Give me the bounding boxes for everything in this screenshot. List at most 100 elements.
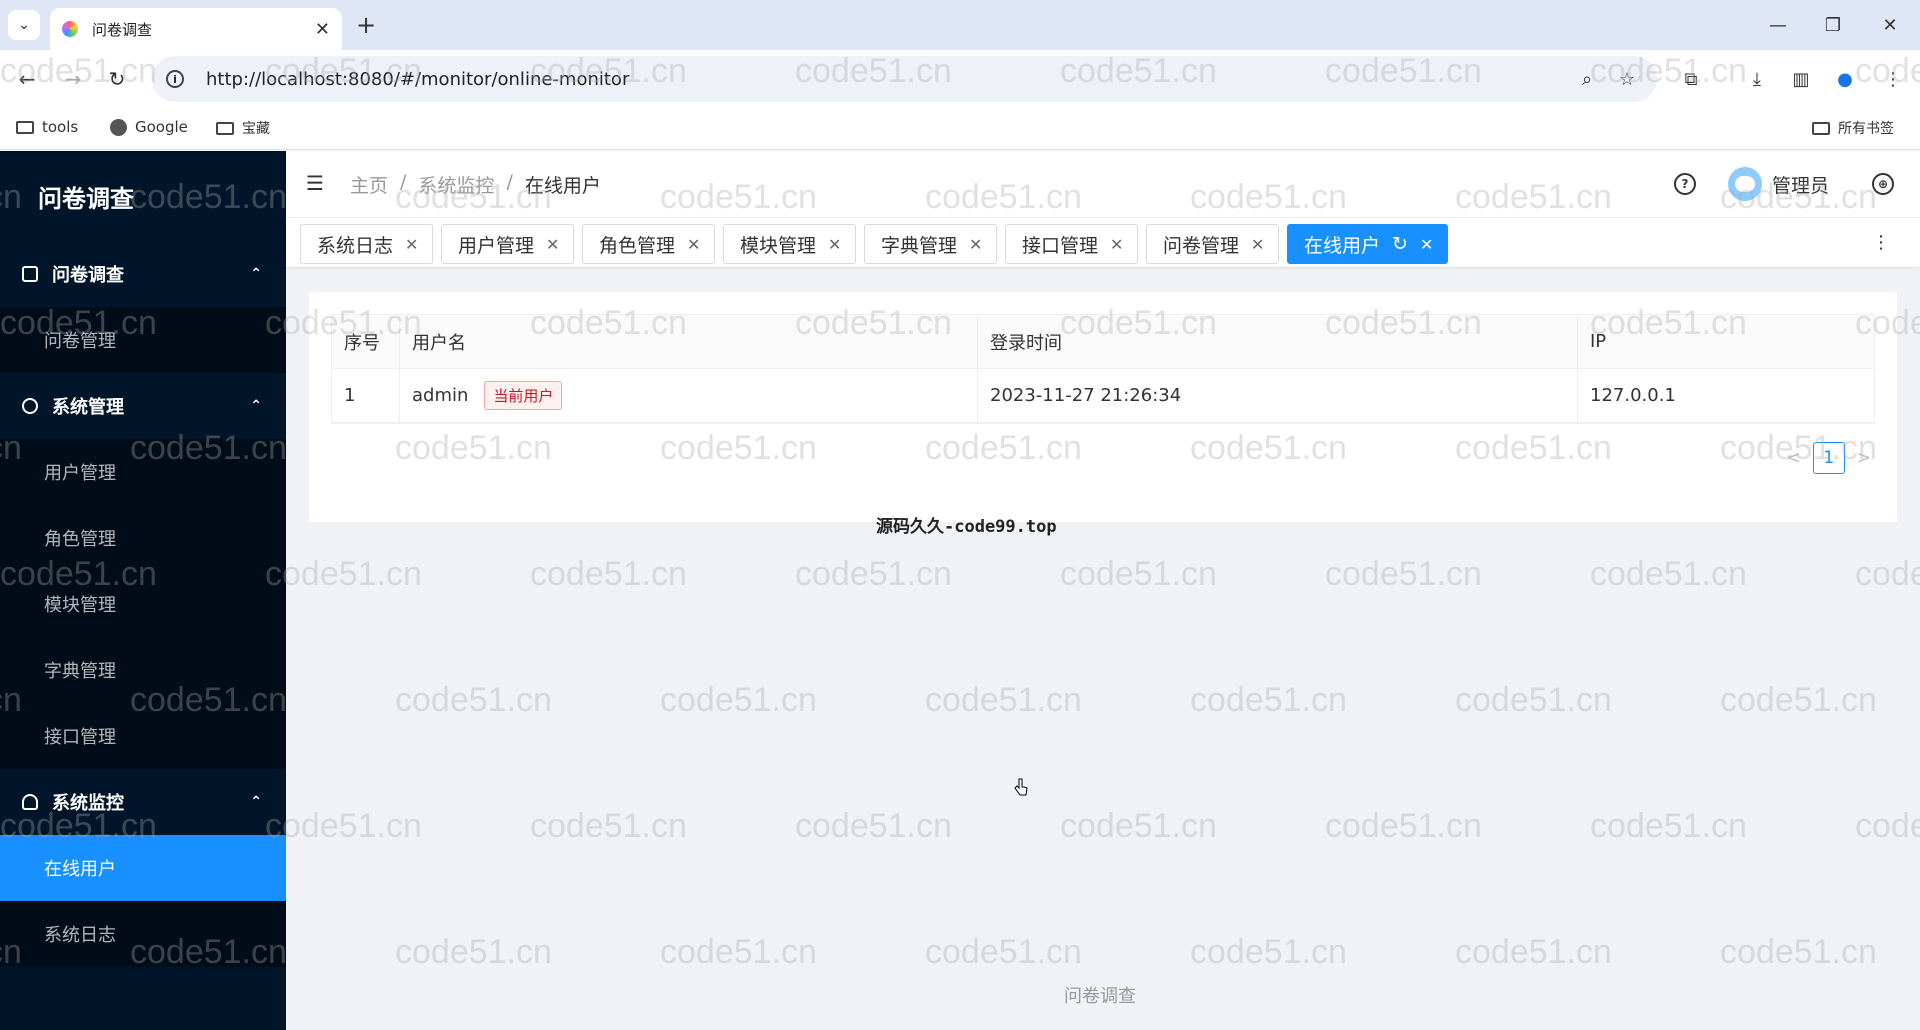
folder-icon: [1812, 121, 1830, 135]
sub-menu-survey: 问卷管理: [0, 307, 286, 373]
watermark-text: code51.cn: [395, 933, 552, 971]
breadcrumb-separator: /: [506, 171, 513, 193]
favicon-icon: [62, 21, 78, 37]
watermark-text: code51.cn: [265, 555, 422, 593]
side-panel-icon[interactable]: ▥: [1786, 64, 1816, 94]
watermark-text: code51.cn: [795, 807, 952, 845]
table-row: 1 admin 当前用户 2023-11-27 21:26:34 127.0.0…: [332, 369, 1874, 423]
close-window-button[interactable]: ✕: [1870, 10, 1910, 40]
bookmarks-bar: tools Google 宝藏 所有书签: [0, 108, 1920, 150]
close-icon[interactable]: ✕: [1420, 235, 1433, 254]
bookmark-label: Google: [135, 118, 188, 136]
profile-icon[interactable]: ●: [1830, 64, 1860, 94]
page-1-button[interactable]: 1: [1812, 442, 1845, 474]
new-tab-button[interactable]: +: [350, 10, 382, 40]
tag-online-users[interactable]: 在线用户 ↻ ✕: [1287, 224, 1449, 264]
sidebar-item-dictionary[interactable]: 字典管理: [0, 637, 286, 703]
menu-group-label: 问卷调查: [52, 265, 124, 286]
tag-label: 用户管理: [458, 234, 535, 257]
tag-label: 在线用户: [1304, 234, 1381, 257]
bookmark-label: 宝藏: [242, 121, 270, 137]
app-header: ☰ 主页 / 系统监控 / 在线用户 ? 管理员 ⊕: [286, 151, 1920, 217]
watermark-text: code51.cn: [530, 555, 687, 593]
minimize-button[interactable]: —: [1758, 10, 1798, 40]
watermark-text: code51.cn: [925, 681, 1082, 719]
sidebar-item-api[interactable]: 接口管理: [0, 703, 286, 769]
browser-tab-title: 问卷调查: [92, 20, 153, 39]
watermark-text: code51.cn: [1590, 555, 1747, 593]
close-icon[interactable]: ✕: [405, 235, 418, 254]
tag-survey-manage[interactable]: 问卷管理 ✕: [1146, 224, 1280, 264]
tag-system-log[interactable]: 系统日志 ✕: [300, 224, 434, 264]
tag-api-manage[interactable]: 接口管理 ✕: [1005, 224, 1139, 264]
browser-tab[interactable]: 问卷调查 ✕: [50, 8, 342, 50]
cell-username: admin 当前用户: [400, 369, 978, 422]
user-name[interactable]: 管理员: [1772, 171, 1829, 198]
close-icon[interactable]: ✕: [1251, 235, 1264, 254]
globe-icon: [110, 118, 127, 136]
bookmark-tools[interactable]: tools: [16, 118, 78, 136]
all-bookmarks[interactable]: 所有书签: [1812, 118, 1894, 138]
site-info-icon[interactable]: i: [166, 70, 184, 88]
watermark-text: code51.cn: [1720, 681, 1877, 719]
close-icon[interactable]: ✕: [546, 235, 559, 254]
close-icon[interactable]: ✕: [969, 235, 982, 254]
chevron-up-icon: ⌃: [250, 794, 262, 810]
tag-user-manage[interactable]: 用户管理 ✕: [441, 224, 575, 264]
menu-group-system[interactable]: 系统管理 ⌃: [0, 373, 286, 439]
breadcrumb: 主页 / 系统监控 / 在线用户: [350, 171, 601, 198]
help-icon[interactable]: ?: [1674, 173, 1696, 195]
watermark-text: code51.cn: [795, 555, 952, 593]
extensions-icon[interactable]: ⧉: [1676, 64, 1706, 94]
bookmark-label: tools: [42, 118, 79, 136]
prev-page-button[interactable]: <: [1787, 448, 1801, 468]
menu-group-survey[interactable]: 问卷调查 ⌃: [0, 241, 286, 307]
app-logo: 问卷调查: [38, 184, 134, 213]
zoom-icon[interactable]: ⌕: [1572, 64, 1602, 94]
back-button[interactable]: ←: [12, 64, 42, 94]
next-page-button[interactable]: >: [1857, 448, 1871, 468]
url-bar[interactable]: i http://localhost:8080/#/monitor/online…: [152, 56, 1657, 102]
tag-dictionary-manage[interactable]: 字典管理 ✕: [864, 224, 998, 264]
restore-button[interactable]: ❐: [1813, 10, 1853, 40]
breadcrumb-home[interactable]: 主页: [350, 171, 388, 198]
close-tab-icon[interactable]: ✕: [315, 19, 330, 40]
browser-menu-icon[interactable]: ⋮: [1878, 64, 1908, 94]
tag-role-manage[interactable]: 角色管理 ✕: [582, 224, 716, 264]
all-bookmarks-label: 所有书签: [1838, 121, 1894, 137]
watermark-text: code51.cn: [265, 807, 422, 845]
breadcrumb-monitor[interactable]: 系统监控: [418, 171, 494, 198]
sidebar: 问卷调查 问卷调查 ⌃ 问卷管理 系统管理 ⌃ 用户管理 角色管理 模块管理 字…: [0, 151, 286, 1030]
menu-group-monitor[interactable]: 系统监控 ⌃: [0, 769, 286, 835]
sidebar-item-roles[interactable]: 角色管理: [0, 505, 286, 571]
close-icon[interactable]: ✕: [1110, 235, 1123, 254]
more-vertical-icon[interactable]: ⋮: [1872, 232, 1890, 253]
watermark-text: code51.cn: [660, 933, 817, 971]
bookmark-star-icon[interactable]: ☆: [1612, 64, 1642, 94]
reload-button[interactable]: ↻: [102, 64, 132, 94]
sidebar-item-survey-manage[interactable]: 问卷管理: [0, 307, 286, 373]
language-globe-icon[interactable]: ⊕: [1872, 173, 1894, 195]
forward-button[interactable]: →: [58, 64, 88, 94]
tag-module-manage[interactable]: 模块管理 ✕: [723, 224, 857, 264]
watermark-text: code51.cn: [1590, 807, 1747, 845]
menu-fold-icon[interactable]: ☰: [306, 173, 326, 193]
bookmark-treasure[interactable]: 宝藏: [216, 118, 270, 138]
tab-search-dropdown[interactable]: ⌄: [8, 10, 40, 40]
cell-ip: 127.0.0.1: [1590, 385, 1676, 406]
close-icon[interactable]: ✕: [687, 235, 700, 254]
close-icon[interactable]: ✕: [828, 235, 841, 254]
sidebar-item-users[interactable]: 用户管理: [0, 439, 286, 505]
download-icon[interactable]: ⤓: [1742, 64, 1772, 94]
avatar[interactable]: [1728, 167, 1762, 201]
refresh-icon[interactable]: ↻: [1392, 233, 1408, 255]
sidebar-item-online-users[interactable]: 在线用户: [0, 835, 286, 901]
sidebar-item-modules[interactable]: 模块管理: [0, 571, 286, 637]
bookmark-google[interactable]: Google: [110, 118, 188, 136]
watermark-text: code51.cn: [660, 681, 817, 719]
watermark-text: code51.cn: [1455, 933, 1612, 971]
column-header-index: 序号: [332, 315, 400, 368]
watermark-text: code51.cn: [1060, 807, 1217, 845]
username-text: admin: [412, 385, 469, 406]
sidebar-item-system-log[interactable]: 系统日志: [0, 901, 286, 967]
